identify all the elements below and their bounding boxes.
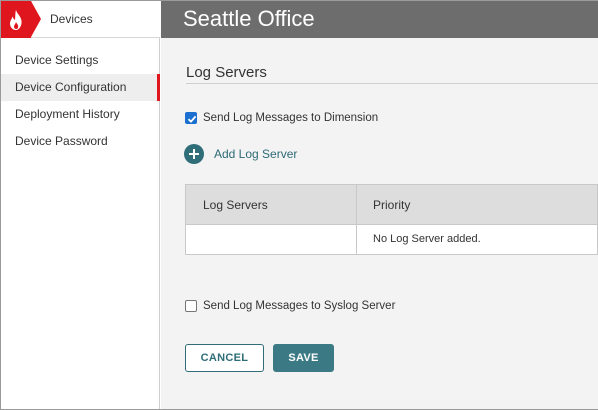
log-servers-table: Log Servers Priority No Log Server added…: [185, 184, 598, 255]
logo: [1, 1, 31, 38]
flame-icon: [10, 10, 22, 30]
send-to-syslog-checkbox[interactable]: [185, 300, 197, 312]
sidebar-item-label: Device Password: [15, 134, 108, 148]
sidebar-item-label: Device Configuration: [15, 80, 127, 94]
column-header-priority[interactable]: Priority: [373, 185, 410, 225]
sidebar-nav: Device Settings Device Configuration Dep…: [1, 47, 160, 155]
add-log-server-button[interactable]: Add Log Server: [184, 144, 297, 164]
sidebar-item-device-password[interactable]: Device Password: [1, 128, 160, 155]
save-button[interactable]: SAVE: [273, 344, 334, 372]
section-divider: [186, 83, 598, 84]
logo-arrow: [31, 1, 41, 37]
add-log-server-label: Add Log Server: [214, 147, 298, 161]
sidebar: Devices Device Settings Device Configura…: [1, 1, 160, 409]
send-to-syslog-label: Send Log Messages to Syslog Server: [203, 300, 396, 312]
sidebar-item-device-settings[interactable]: Device Settings: [1, 47, 160, 74]
checkmark-icon: [187, 115, 197, 123]
plus-circle-icon: [184, 144, 204, 164]
send-to-dimension-option[interactable]: Send Log Messages to Dimension: [185, 110, 378, 126]
sidebar-item-device-configuration[interactable]: Device Configuration: [1, 74, 160, 101]
sidebar-header: Devices: [1, 1, 160, 38]
send-to-dimension-label: Send Log Messages to Dimension: [203, 112, 379, 124]
column-divider: [356, 185, 357, 254]
table-header: Log Servers Priority: [186, 185, 597, 225]
page-title: Seattle Office: [183, 6, 315, 31]
empty-table-message: No Log Server added.: [373, 233, 481, 245]
sidebar-item-label: Device Settings: [15, 53, 99, 67]
send-to-dimension-checkbox[interactable]: [185, 112, 197, 124]
sidebar-item-label: Deployment History: [15, 107, 120, 121]
devices-breadcrumb[interactable]: Devices: [50, 12, 93, 26]
sidebar-item-deployment-history[interactable]: Deployment History: [1, 101, 160, 128]
section-title: Log Servers: [186, 64, 267, 81]
main-content: Seattle Office Log Servers Send Log Mess…: [161, 1, 598, 409]
column-header-log-servers[interactable]: Log Servers: [203, 185, 268, 225]
title-bar: Seattle Office: [161, 1, 598, 38]
cancel-button[interactable]: CANCEL: [185, 344, 264, 372]
send-to-syslog-option[interactable]: Send Log Messages to Syslog Server: [185, 298, 395, 314]
